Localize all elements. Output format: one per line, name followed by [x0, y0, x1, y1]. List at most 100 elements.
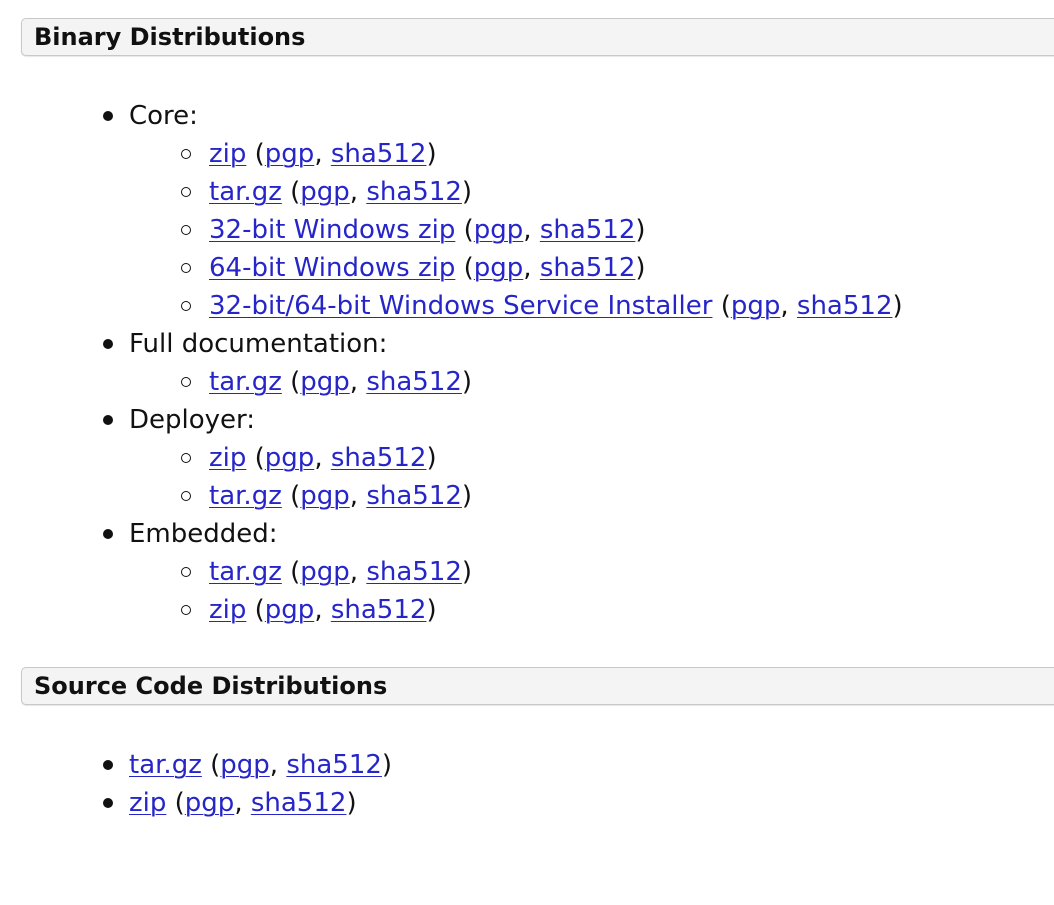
file-entry: 32-bit Windows zip (pgp, sha512) [129, 211, 903, 249]
core-64-bit-windows-zip-download-link[interactable]: 64-bit Windows zip [209, 253, 455, 283]
core-tar-gz-pgp-link[interactable]: pgp [300, 177, 350, 207]
core-32-bit-64-bit-windows-service-installer-pgp-link[interactable]: pgp [731, 291, 781, 321]
deployer-tar-gz-sha512-link[interactable]: sha512 [366, 481, 462, 511]
core-32-bit-windows-zip-sha512-link[interactable]: sha512 [540, 215, 636, 245]
close-paren: ) [426, 139, 437, 169]
core-64-bit-windows-zip-sha512-link[interactable]: sha512 [540, 253, 636, 283]
separator-comma: , [523, 253, 540, 283]
group-full-documentation: Full documentation: tar.gz (pgp, sha512) [100, 325, 903, 401]
file-entry: tar.gz (pgp, sha512) [129, 363, 903, 401]
core-zip-sha512-link[interactable]: sha512 [331, 139, 427, 169]
deployer-zip-pgp-link[interactable]: pgp [265, 443, 315, 473]
bullet-disc-icon [103, 798, 113, 808]
close-paren: ) [426, 595, 437, 625]
close-paren: ) [461, 177, 473, 207]
separator-comma: , [349, 177, 367, 207]
separator-comma: , [349, 557, 367, 587]
embedded-tar-gz-sha512-link[interactable]: sha512 [366, 557, 462, 587]
close-paren: ) [381, 750, 393, 780]
close-paren: ) [892, 291, 903, 321]
deployer-zip-download-link[interactable]: zip [209, 443, 246, 473]
group-label: Full documentation: [129, 329, 388, 359]
core-tar-gz-sha512-link[interactable]: sha512 [366, 177, 462, 207]
bullet-disc-icon [103, 760, 113, 770]
file-entry: tar.gz (pgp, sha512) [129, 173, 903, 211]
separator-comma: , [523, 215, 540, 245]
separator-comma: , [314, 139, 331, 169]
open-paren: ( [281, 557, 301, 587]
group-label: Deployer: [129, 405, 256, 435]
file-entry: 32-bit/64-bit Windows Service Installer … [129, 287, 903, 325]
open-paren: ( [281, 481, 301, 511]
separator-comma: , [349, 481, 367, 511]
bullet-circle-icon [181, 263, 191, 273]
open-paren: ( [246, 139, 265, 169]
source-code-distributions-list: tar.gz (pgp, sha512) zip (pgp, sha512) [100, 746, 392, 822]
embedded-zip-sha512-link[interactable]: sha512 [331, 595, 427, 625]
deployer-tar-gz-pgp-link[interactable]: pgp [300, 481, 350, 511]
deployer-tar-gz-download-link[interactable]: tar.gz [209, 481, 282, 511]
file-entry: 64-bit Windows zip (pgp, sha512) [129, 249, 903, 287]
core-zip-pgp-link[interactable]: pgp [265, 139, 315, 169]
group-deployer-files: zip (pgp, sha512) tar.gz (pgp, sha512) [129, 439, 903, 515]
open-paren: ( [712, 291, 731, 321]
open-paren: ( [455, 253, 474, 283]
file-entry: zip (pgp, sha512) [129, 439, 903, 477]
separator-comma: , [349, 367, 367, 397]
source-zip-download-link[interactable]: zip [129, 788, 166, 818]
bullet-disc-icon [103, 529, 113, 539]
embedded-tar-gz-download-link[interactable]: tar.gz [209, 557, 282, 587]
full-documentation-tar-gz-pgp-link[interactable]: pgp [300, 367, 350, 397]
embedded-zip-download-link[interactable]: zip [209, 595, 246, 625]
binary-distributions-list: Core: zip (pgp, sha512) tar.gz (pgp, sha51… [100, 97, 903, 629]
source-code-distributions-header: Source Code Distributions [21, 667, 1054, 705]
core-64-bit-windows-zip-pgp-link[interactable]: pgp [474, 253, 524, 283]
separator-comma: , [780, 291, 797, 321]
core-tar-gz-download-link[interactable]: tar.gz [209, 177, 282, 207]
core-32-bit-windows-zip-pgp-link[interactable]: pgp [474, 215, 524, 245]
full-documentation-tar-gz-sha512-link[interactable]: sha512 [366, 367, 462, 397]
open-paren: ( [201, 750, 221, 780]
core-32-bit-64-bit-windows-service-installer-sha512-link[interactable]: sha512 [797, 291, 893, 321]
separator-comma: , [314, 443, 331, 473]
group-label: Core: [129, 101, 198, 131]
source-zip-pgp-link[interactable]: pgp [185, 788, 235, 818]
file-entry: zip (pgp, sha512) [129, 135, 903, 173]
open-paren: ( [166, 788, 185, 818]
open-paren: ( [281, 367, 301, 397]
bullet-disc-icon [103, 415, 113, 425]
deployer-zip-sha512-link[interactable]: sha512 [331, 443, 427, 473]
source-tar-gz-sha512-link[interactable]: sha512 [286, 750, 382, 780]
bullet-circle-icon [181, 149, 191, 159]
source-tar-gz-pgp-link[interactable]: pgp [220, 750, 270, 780]
close-paren: ) [426, 443, 437, 473]
file-entry: tar.gz (pgp, sha512) [100, 746, 392, 784]
group-embedded: Embedded: tar.gz (pgp, sha512) zip (pgp, s… [100, 515, 903, 629]
close-paren: ) [461, 557, 473, 587]
group-core: Core: zip (pgp, sha512) tar.gz (pgp, sha51… [100, 97, 903, 325]
file-entry: tar.gz (pgp, sha512) [129, 477, 903, 515]
close-paren: ) [635, 215, 646, 245]
group-label: Embedded: [129, 519, 278, 549]
bullet-circle-icon [181, 301, 191, 311]
core-32-bit-64-bit-windows-service-installer-download-link[interactable]: 32-bit/64-bit Windows Service Installer [209, 291, 712, 321]
core-32-bit-windows-zip-download-link[interactable]: 32-bit Windows zip [209, 215, 455, 245]
bullet-circle-icon [181, 567, 191, 577]
open-paren: ( [455, 215, 474, 245]
core-zip-download-link[interactable]: zip [209, 139, 246, 169]
source-tar-gz-download-link[interactable]: tar.gz [129, 750, 202, 780]
embedded-zip-pgp-link[interactable]: pgp [265, 595, 315, 625]
group-core-files: zip (pgp, sha512) tar.gz (pgp, sha512) 32-… [129, 135, 903, 325]
full-documentation-tar-gz-download-link[interactable]: tar.gz [209, 367, 282, 397]
separator-comma: , [234, 788, 251, 818]
embedded-tar-gz-pgp-link[interactable]: pgp [300, 557, 350, 587]
bullet-circle-icon [181, 377, 191, 387]
source-zip-sha512-link[interactable]: sha512 [251, 788, 347, 818]
open-paren: ( [246, 595, 265, 625]
group-deployer: Deployer: zip (pgp, sha512) tar.gz (pgp, s… [100, 401, 903, 515]
bullet-circle-icon [181, 491, 191, 501]
bullet-circle-icon [181, 187, 191, 197]
separator-comma: , [314, 595, 331, 625]
open-paren: ( [281, 177, 301, 207]
bullet-circle-icon [181, 225, 191, 235]
